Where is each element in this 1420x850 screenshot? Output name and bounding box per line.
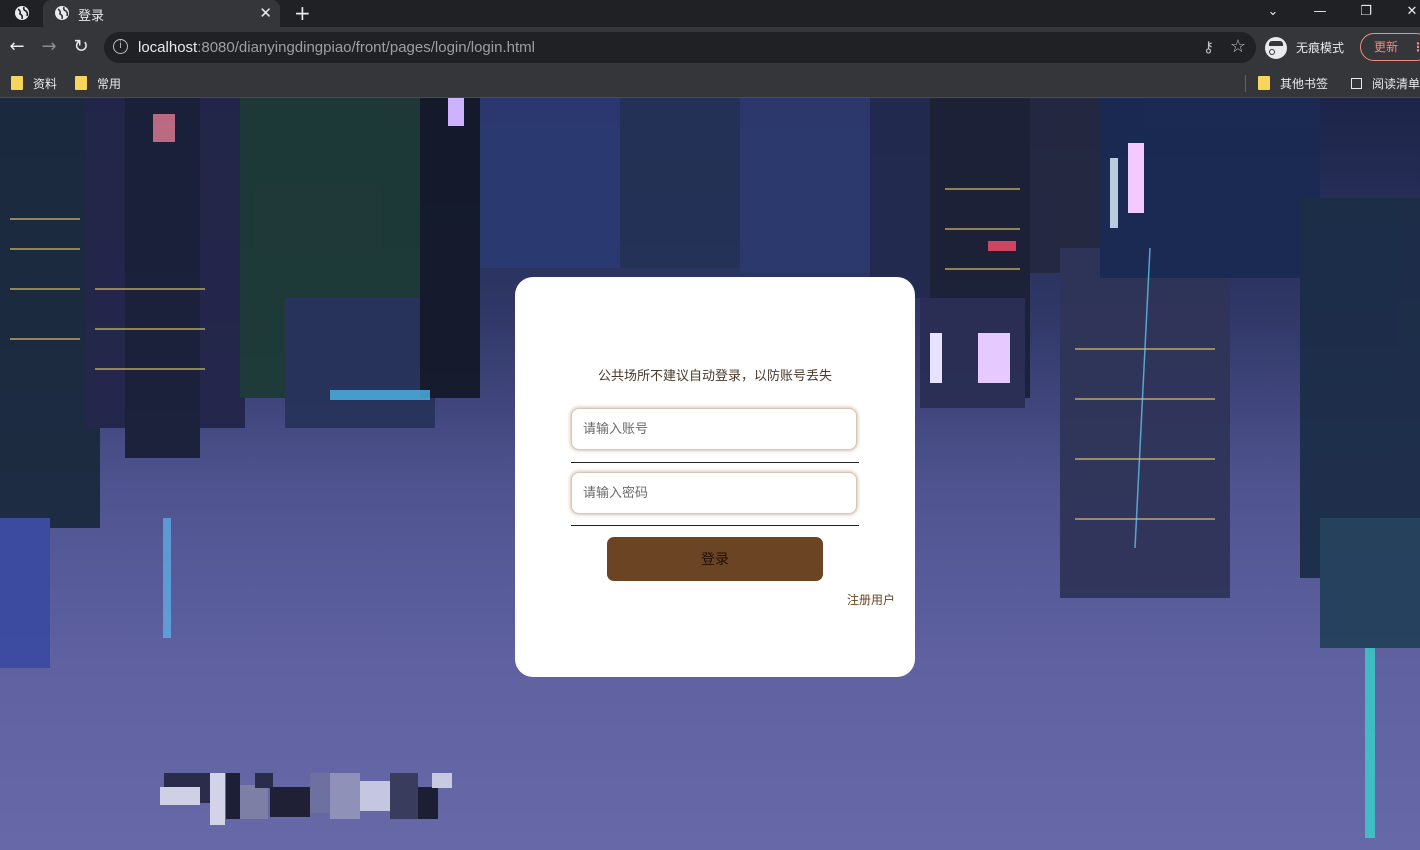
incognito-indicator[interactable]: 无痕模式 xyxy=(1265,33,1344,62)
close-tab-icon[interactable]: ✕ xyxy=(259,3,272,23)
browser-toolbar: ← → ↻ i localhost:8080/dianyingdingpiao/… xyxy=(0,27,1420,68)
bookmark-label: 常用 xyxy=(97,76,122,91)
close-window-button[interactable]: ✕ xyxy=(1389,0,1420,27)
other-bookmarks[interactable]: 其他书签 xyxy=(1258,74,1328,92)
tab-search-icon[interactable]: ⌄ xyxy=(1250,0,1296,27)
pixelated-logo-image xyxy=(160,773,452,825)
bookmark-star-icon[interactable]: ☆ xyxy=(1230,36,1246,57)
password-input[interactable] xyxy=(572,473,856,513)
register-link[interactable]: 注册用户 xyxy=(847,591,895,608)
reading-list-icon xyxy=(1351,77,1362,89)
back-icon[interactable]: ← xyxy=(6,36,28,58)
login-button[interactable]: 登录 xyxy=(607,537,823,581)
new-tab-button[interactable]: + xyxy=(294,1,311,25)
site-info-icon[interactable]: i xyxy=(113,39,128,54)
account-underline xyxy=(571,462,859,463)
active-tab[interactable]: 登录 ✕ xyxy=(43,0,280,27)
update-button[interactable]: 更新 ⋮ xyxy=(1360,33,1420,61)
key-icon[interactable]: ⚷ xyxy=(1203,38,1214,56)
login-notice: 公共场所不建议自动登录，以防账号丢失 xyxy=(597,369,832,384)
bookmark-item[interactable]: 资料 xyxy=(11,74,57,92)
folder-icon xyxy=(11,76,23,90)
reading-list[interactable]: 阅读清单 xyxy=(1351,74,1420,92)
account-field[interactable] xyxy=(571,408,857,450)
folder-icon xyxy=(75,76,87,90)
bookmarks-bar: 资料 常用 其他书签 阅读清单 xyxy=(0,68,1420,98)
browser-tabstrip: 登录 ✕ + ⌄ — ❐ ✕ xyxy=(0,0,1420,27)
page-viewport: 公共场所不建议自动登录，以防账号丢失 登录 注册用户 xyxy=(0,98,1420,850)
incognito-icon xyxy=(1265,36,1287,59)
update-label: 更新 xyxy=(1374,40,1399,54)
login-card: 公共场所不建议自动登录，以防账号丢失 登录 注册用户 xyxy=(515,277,915,677)
incognito-label: 无痕模式 xyxy=(1296,41,1345,55)
more-menu-icon[interactable]: ⋮ xyxy=(1412,34,1420,60)
folder-icon xyxy=(1258,76,1270,90)
bookmark-label: 阅读清单 xyxy=(1372,76,1420,91)
account-input[interactable] xyxy=(572,409,856,449)
address-bar[interactable]: i localhost:8080/dianyingdingpiao/front/… xyxy=(104,32,1256,63)
tab-title: 登录 xyxy=(78,8,105,23)
reload-icon[interactable]: ↻ xyxy=(70,36,92,58)
forward-icon[interactable]: → xyxy=(38,36,60,58)
minimize-button[interactable]: — xyxy=(1297,0,1343,27)
bookmarks-divider xyxy=(1245,75,1246,92)
password-underline xyxy=(571,525,859,526)
url-text[interactable]: localhost:8080/dianyingdingpiao/front/pa… xyxy=(138,39,535,56)
restore-button[interactable]: ❐ xyxy=(1343,0,1389,27)
bookmark-label: 资料 xyxy=(33,76,58,91)
bookmark-label: 其他书签 xyxy=(1280,76,1329,91)
password-field[interactable] xyxy=(571,472,857,514)
globe-icon[interactable] xyxy=(14,5,30,21)
globe-icon xyxy=(55,6,69,20)
bookmark-item[interactable]: 常用 xyxy=(75,74,121,92)
